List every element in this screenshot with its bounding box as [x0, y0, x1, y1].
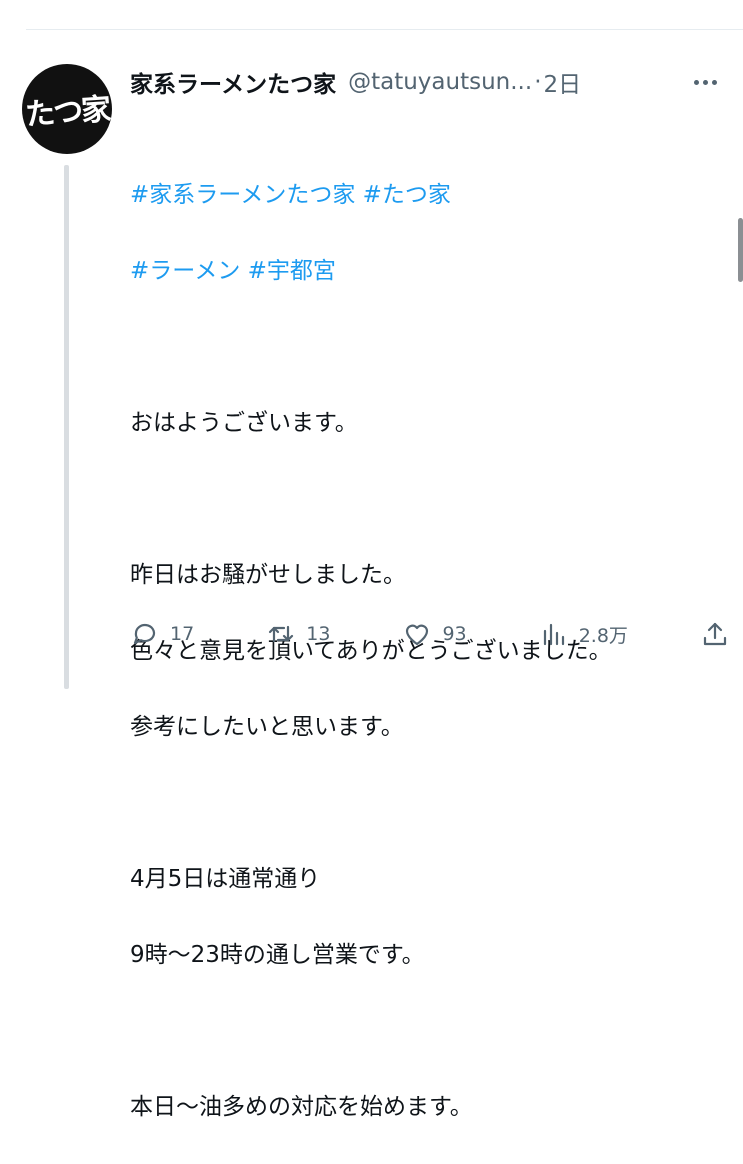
share-icon	[703, 622, 727, 646]
hashtag-line[interactable]: #家系ラーメンたつ家 #たつ家	[130, 176, 730, 214]
timestamp[interactable]: 2日	[544, 65, 582, 99]
text-line: 参考にしたいと思います。	[130, 714, 404, 740]
hashtag-block: #家系ラーメンたつ家 #たつ家 #ラーメン #宇都宮	[130, 138, 730, 328]
analytics-icon	[543, 623, 564, 646]
separator-dot: ·	[534, 69, 542, 95]
share-button[interactable]	[700, 619, 730, 649]
top-divider	[26, 0, 743, 30]
user-handle[interactable]: @tatuyautsun...	[348, 69, 532, 95]
tweet-header: 家系ラーメンたつ家 @tatuyautsun... · 2日	[130, 62, 727, 102]
heart-icon	[406, 624, 429, 646]
text-line	[130, 480, 730, 518]
reply-count: 17	[170, 623, 195, 645]
action-bar: 17 13 93 2.8万	[130, 614, 730, 654]
reply-button[interactable]: 17	[130, 619, 194, 649]
more-icon[interactable]	[687, 64, 723, 100]
retweet-count: 13	[306, 623, 331, 645]
avatar[interactable]: たつ家	[22, 64, 112, 154]
text-line	[130, 784, 730, 822]
text-line: 4月5日は通常通り	[130, 866, 321, 892]
text-line: 昨日はお騒がせしました。	[130, 562, 406, 588]
display-name[interactable]: 家系ラーメンたつ家	[130, 65, 336, 99]
views-count: 2.8万	[578, 624, 628, 647]
views-button[interactable]: 2.8万	[539, 619, 628, 649]
text-line: 本日〜油多めの対応を始めます。	[130, 1094, 473, 1120]
retweet-button[interactable]: 13	[266, 619, 330, 649]
thread-connector-line	[64, 165, 69, 689]
like-count: 93	[442, 623, 467, 645]
text-line: 9時〜23時の通し営業です。	[130, 942, 425, 968]
hashtag-line[interactable]: #ラーメン #宇都宮	[130, 252, 730, 290]
reply-icon	[133, 623, 156, 645]
retweet-icon	[269, 625, 294, 643]
like-button[interactable]: 93	[402, 619, 467, 649]
scrollbar[interactable]	[738, 218, 743, 282]
avatar-text: たつ家	[24, 92, 111, 133]
text-line: おはようございます。	[130, 410, 358, 436]
text-line	[130, 1012, 730, 1050]
